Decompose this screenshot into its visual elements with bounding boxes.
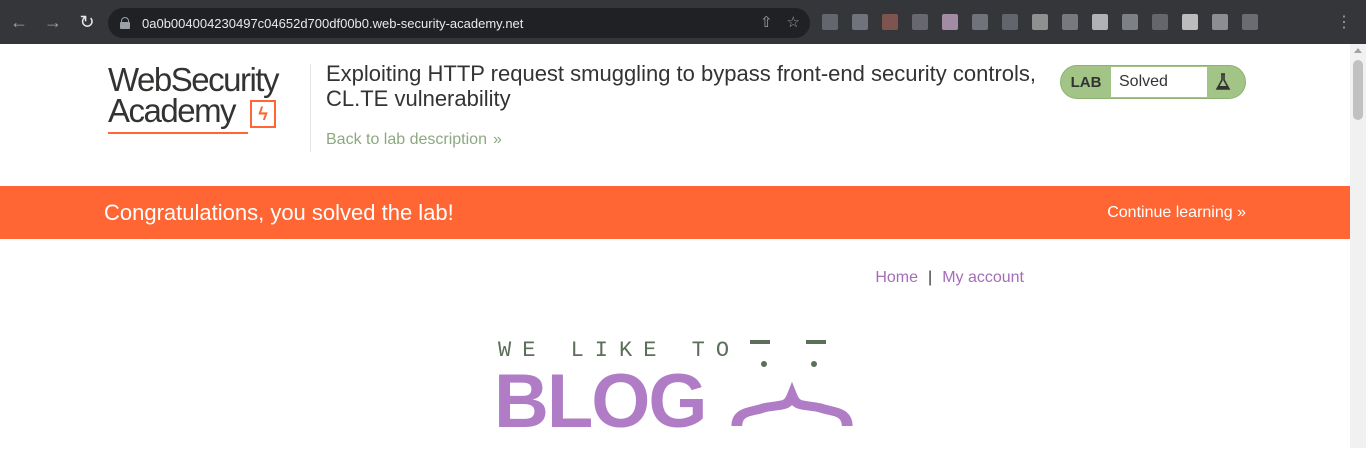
- blog-title: BLOG: [494, 359, 708, 444]
- extension-icon[interactable]: [1032, 14, 1048, 30]
- extension-icon[interactable]: [1122, 14, 1138, 30]
- logo-line-1: WebSecurity: [108, 61, 279, 98]
- extension-icon[interactable]: [972, 14, 988, 30]
- continue-learning-link[interactable]: Continue learning »: [1107, 204, 1246, 222]
- back-arrow-icon[interactable]: ←: [4, 7, 34, 37]
- academy-logo[interactable]: WebSecurity Academy ϟ: [108, 61, 308, 134]
- url-text[interactable]: 0a0b004004230497c04652d700df00b0.web-sec…: [142, 16, 523, 31]
- extension-icon[interactable]: [1002, 14, 1018, 30]
- share-icon[interactable]: ⇧: [760, 13, 773, 31]
- nav-separator: |: [928, 269, 933, 286]
- lock-icon[interactable]: [120, 17, 130, 29]
- page-scrollbar[interactable]: [1350, 44, 1366, 448]
- extension-icon[interactable]: [1092, 14, 1108, 30]
- solved-banner: Congratulations, you solved the lab! Con…: [0, 186, 1350, 239]
- extension-icon[interactable]: [1182, 14, 1198, 30]
- logo-underline: [108, 132, 248, 134]
- chevron-right-icon: »: [492, 131, 502, 148]
- star-icon[interactable]: ☆: [787, 13, 800, 31]
- extension-icon[interactable]: [852, 14, 868, 30]
- header-divider: [310, 64, 311, 152]
- menu-dots-icon[interactable]: ⋮: [1336, 12, 1352, 32]
- extension-icon[interactable]: [1152, 14, 1168, 30]
- lab-status-widget: LAB Solved: [1060, 65, 1246, 99]
- chevron-right-icon: »: [1237, 204, 1246, 221]
- back-to-lab-link[interactable]: Back to lab description »: [326, 131, 502, 149]
- extension-icon[interactable]: [1242, 14, 1258, 30]
- flask-icon: [1207, 73, 1239, 91]
- browser-toolbar: ← → ↻ 0a0b004004230497c04652d700df00b0.w…: [0, 0, 1366, 44]
- page-content: WebSecurity Academy ϟ Exploiting HTTP re…: [0, 44, 1350, 448]
- site-nav: Home | My account: [875, 269, 1024, 287]
- extension-icon[interactable]: [822, 14, 838, 30]
- forward-arrow-icon[interactable]: →: [38, 7, 68, 37]
- extension-icon[interactable]: [882, 14, 898, 30]
- extension-icon[interactable]: [912, 14, 928, 30]
- congratulations-message: Congratulations, you solved the lab!: [104, 200, 454, 225]
- extensions-area: [822, 14, 1258, 30]
- logo-line-2: Academy: [108, 92, 237, 129]
- lab-title: Exploiting HTTP request smuggling to byp…: [326, 61, 1037, 111]
- back-link-label[interactable]: Back to lab description: [326, 131, 487, 148]
- logo-mark-icon: ϟ: [250, 100, 276, 128]
- blog-face-icon: [730, 334, 860, 454]
- lab-badge: LAB: [1070, 73, 1102, 91]
- continue-learning-label[interactable]: Continue learning: [1107, 204, 1232, 221]
- scroll-up-icon[interactable]: [1354, 48, 1362, 53]
- scrollbar-thumb[interactable]: [1353, 60, 1363, 120]
- lab-status-value: Solved: [1111, 67, 1207, 97]
- nav-my-account-link[interactable]: My account: [942, 269, 1024, 287]
- address-bar[interactable]: 0a0b004004230497c04652d700df00b0.web-sec…: [108, 8, 810, 38]
- nav-home-link[interactable]: Home: [875, 269, 918, 287]
- extension-icon[interactable]: [942, 14, 958, 30]
- extension-icon[interactable]: [1212, 14, 1228, 30]
- extension-icon[interactable]: [1062, 14, 1078, 30]
- reload-icon[interactable]: ↻: [72, 7, 102, 37]
